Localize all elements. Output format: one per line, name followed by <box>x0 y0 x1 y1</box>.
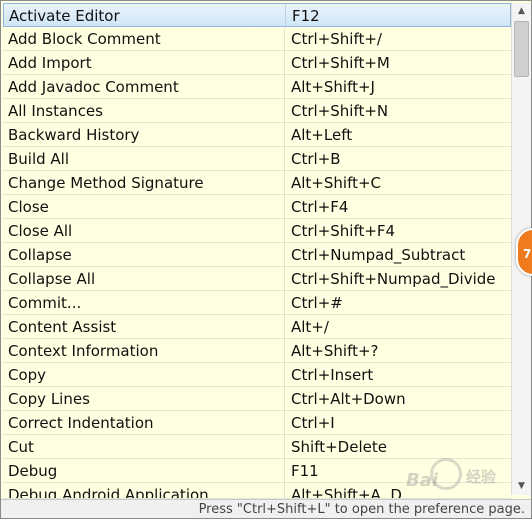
shortcut-row[interactable]: All Instances Ctrl+Shift+N <box>3 99 511 123</box>
key-assist-popup: Activate Editor F12 Add Block Comment Ct… <box>0 0 532 519</box>
command-name: Close <box>3 195 285 218</box>
key-binding: Ctrl+B <box>291 150 341 168</box>
key-binding: Alt+Left <box>291 126 353 144</box>
key-binding: Shift+Delete <box>291 438 387 456</box>
shortcut-row[interactable]: Correct Indentation Ctrl+I <box>3 411 511 435</box>
command-name: Copy Lines <box>3 387 285 410</box>
key-binding: Ctrl+Numpad_Subtract <box>291 246 466 264</box>
key-binding: Ctrl+Alt+Down <box>291 390 406 408</box>
command-name: Cut <box>3 435 285 458</box>
shortcut-row[interactable]: Add Import Ctrl+Shift+M <box>3 51 511 75</box>
command-name: Commit... <box>3 291 285 314</box>
status-bar: Press "Ctrl+Shift+L" to open the prefere… <box>1 499 531 518</box>
watermark: Bai 经验 <box>400 452 520 492</box>
key-binding: Alt+Shift+? <box>291 342 379 360</box>
key-binding: F11 <box>291 462 319 480</box>
shortcut-row[interactable]: Backward History Alt+Left <box>3 123 511 147</box>
key-binding: F12 <box>292 7 320 25</box>
key-binding: Ctrl+I <box>291 414 335 432</box>
key-binding: Ctrl+F4 <box>291 198 349 216</box>
shortcut-row[interactable]: Change Method Signature Alt+Shift+C <box>3 171 511 195</box>
scrollbar-thumb[interactable] <box>514 21 529 77</box>
key-binding: Alt+Shift+J <box>291 78 375 96</box>
shortcut-row[interactable]: Close Ctrl+F4 <box>3 195 511 219</box>
scroll-up-icon[interactable]: ▲ <box>512 3 531 20</box>
shortcut-row[interactable]: Copy Lines Ctrl+Alt+Down <box>3 387 511 411</box>
command-name: Add Import <box>3 51 285 74</box>
command-name: Backward History <box>3 123 285 146</box>
shortcut-row[interactable]: Content Assist Alt+/ <box>3 315 511 339</box>
key-binding: Ctrl+Shift+F4 <box>291 222 396 240</box>
command-name: Correct Indentation <box>3 411 285 434</box>
command-name: Change Method Signature <box>3 171 285 194</box>
floating-badge[interactable]: 7 <box>516 228 532 276</box>
command-name: Close All <box>3 219 285 242</box>
shortcut-list: Activate Editor F12 Add Block Comment Ct… <box>3 3 511 499</box>
watermark-text-cn: 经验 <box>466 468 497 486</box>
command-name: Add Javadoc Comment <box>3 75 285 98</box>
shortcut-row[interactable]: Build All Ctrl+B <box>3 147 511 171</box>
shortcut-row[interactable]: Collapse All Ctrl+Shift+Numpad_Divide <box>3 267 511 291</box>
key-binding: Ctrl+Shift+M <box>291 54 390 72</box>
command-name: Add Block Comment <box>3 27 285 50</box>
key-binding: Ctrl+Insert <box>291 366 374 384</box>
shortcut-row[interactable]: Collapse Ctrl+Numpad_Subtract <box>3 243 511 267</box>
command-name: Debug <box>3 459 285 482</box>
command-name: Collapse All <box>3 267 285 290</box>
command-name: Content Assist <box>3 315 285 338</box>
shortcut-row[interactable]: Commit... Ctrl+# <box>3 291 511 315</box>
key-binding: Ctrl+# <box>291 294 343 312</box>
key-binding: Ctrl+Shift+N <box>291 102 389 120</box>
watermark-text: Bai <box>406 470 439 491</box>
command-name: Context Information <box>3 339 285 362</box>
command-name: All Instances <box>3 99 285 122</box>
command-name: Build All <box>3 147 285 170</box>
key-binding: Alt+Shift+A, D <box>291 486 402 499</box>
command-name: Copy <box>3 363 285 386</box>
key-binding: Ctrl+Shift+Numpad_Divide <box>291 270 496 288</box>
shortcut-row[interactable]: Add Block Comment Ctrl+Shift+/ <box>3 27 511 51</box>
shortcut-row[interactable]: Close All Ctrl+Shift+F4 <box>3 219 511 243</box>
shortcut-row[interactable]: Add Javadoc Comment Alt+Shift+J <box>3 75 511 99</box>
shortcut-row[interactable]: Copy Ctrl+Insert <box>3 363 511 387</box>
key-binding: Ctrl+Shift+/ <box>291 30 382 48</box>
key-binding: Alt+Shift+C <box>291 174 382 192</box>
command-name: Activate Editor <box>4 4 286 26</box>
command-name: Debug Android Application <box>3 483 285 498</box>
command-name: Collapse <box>3 243 285 266</box>
shortcut-row[interactable]: Context Information Alt+Shift+? <box>3 339 511 363</box>
preference-hint: Press "Ctrl+Shift+L" to open the prefere… <box>198 502 525 517</box>
key-binding: Alt+/ <box>291 318 329 336</box>
shortcut-row[interactable]: Activate Editor F12 <box>3 3 511 27</box>
